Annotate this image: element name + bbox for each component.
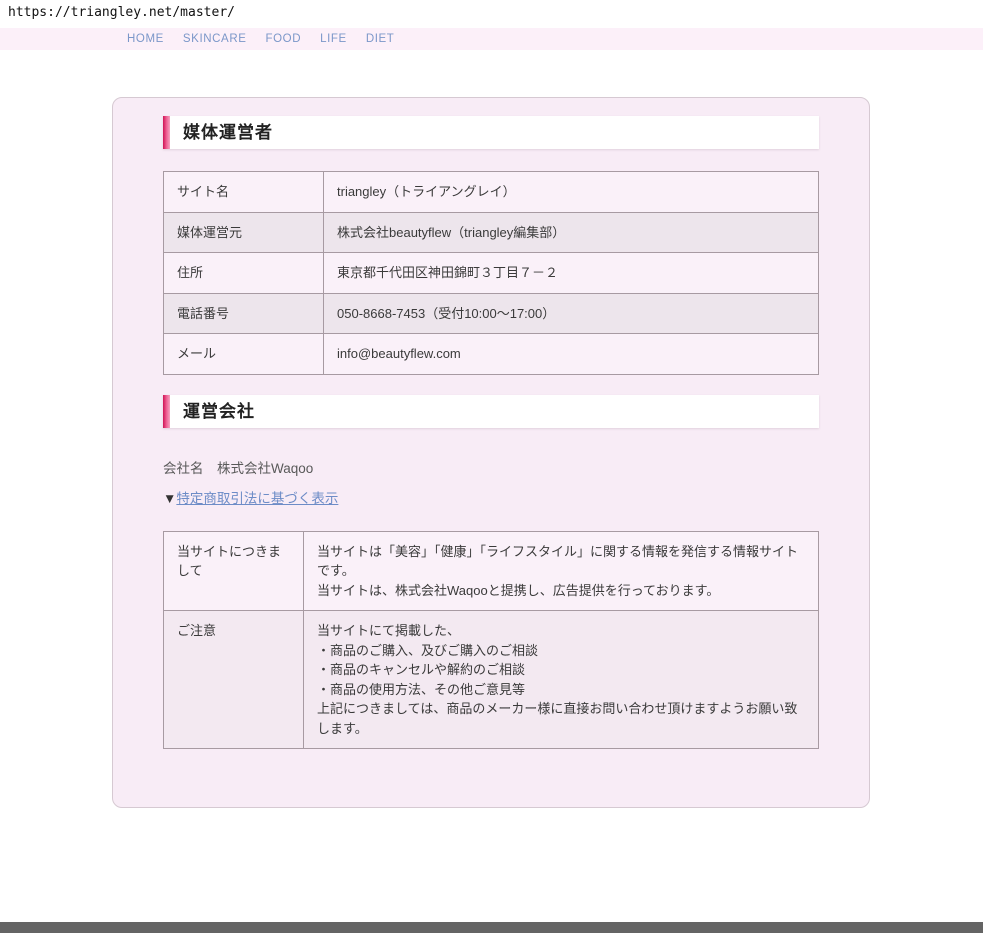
row-value: 当サイトは「美容」「健康」「ライフスタイル」に関する情報を発信する情報サイトです… [304, 531, 819, 611]
table-row: サイト名 triangley（トライアングレイ） [164, 172, 819, 213]
row-label: 当サイトにつきまして [164, 531, 304, 611]
nav-item-food[interactable]: FOOD [266, 33, 302, 45]
nav-item-home[interactable]: HOME [127, 33, 164, 45]
company-name-line: 会社名 株式会社Waqoo [163, 457, 819, 477]
row-label: 媒体運営元 [164, 212, 324, 253]
table-row: 電話番号 050-8668-7453（受付10:00～17:00） [164, 293, 819, 334]
section-header-operating-company: 運営会社 [163, 395, 819, 428]
section-header-media-operator: 媒体運営者 [163, 116, 819, 149]
row-label: 住所 [164, 253, 324, 294]
row-label: 電話番号 [164, 293, 324, 334]
content-panel: 媒体運営者 サイト名 triangley（トライアングレイ） 媒体運営元 株式会… [112, 97, 870, 808]
row-value: 東京都千代田区神田錦町３丁目７－２ [324, 253, 819, 294]
triangle-down-icon: ▼ [163, 491, 176, 506]
row-value: 当サイトにて掲載した、 ・商品のご購入、及びご購入のご相談 ・商品のキャンセルや… [304, 611, 819, 749]
nav-item-diet[interactable]: DIET [366, 33, 395, 45]
row-value: info@beautyflew.com [324, 334, 819, 375]
page: https://triangley.net/master/ HOME SKINC… [0, 0, 983, 933]
nav-item-life[interactable]: LIFE [320, 33, 347, 45]
row-value: 株式会社beautyflew（triangley編集部） [324, 212, 819, 253]
table-row: ご注意 当サイトにて掲載した、 ・商品のご購入、及びご購入のご相談 ・商品のキャ… [164, 611, 819, 749]
row-label: メール [164, 334, 324, 375]
row-label: サイト名 [164, 172, 324, 213]
table-row: 媒体運営元 株式会社beautyflew（triangley編集部） [164, 212, 819, 253]
nav-item-skincare[interactable]: SKINCARE [183, 33, 247, 45]
media-operator-table: サイト名 triangley（トライアングレイ） 媒体運営元 株式会社beaut… [163, 171, 819, 375]
site-notes-table: 当サイトにつきまして 当サイトは「美容」「健康」「ライフスタイル」に関する情報を… [163, 531, 819, 750]
table-row: メール info@beautyflew.com [164, 334, 819, 375]
table-row: 住所 東京都千代田区神田錦町３丁目７－２ [164, 253, 819, 294]
row-label: ご注意 [164, 611, 304, 749]
disclosure-line: ▼特定商取引法に基づく表示 [163, 487, 819, 507]
row-value: 050-8668-7453（受付10:00～17:00） [324, 293, 819, 334]
section-title: 媒体運営者 [170, 116, 273, 149]
page-url-text: https://triangley.net/master/ [0, 0, 983, 28]
table-row: 当サイトにつきまして 当サイトは「美容」「健康」「ライフスタイル」に関する情報を… [164, 531, 819, 611]
section-title: 運営会社 [170, 395, 255, 428]
row-value: triangley（トライアングレイ） [324, 172, 819, 213]
footer-bar [0, 922, 983, 933]
accent-stripe [163, 116, 170, 149]
disclosure-link[interactable]: 特定商取引法に基づく表示 [176, 491, 338, 506]
main-nav: HOME SKINCARE FOOD LIFE DIET [0, 28, 983, 50]
accent-stripe [163, 395, 170, 428]
